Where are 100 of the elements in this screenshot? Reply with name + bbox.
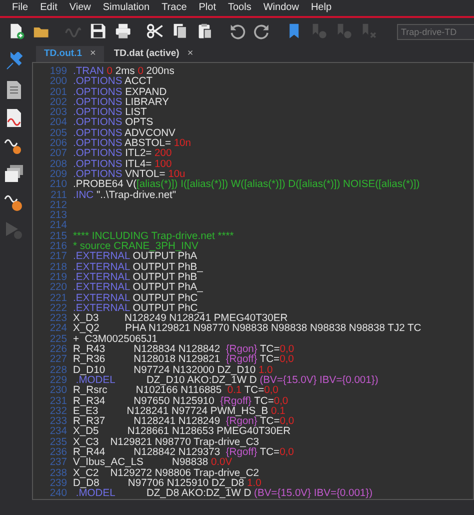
line-number: 209: [48, 170, 68, 180]
code-line: .EXTERNAL OUTPUT PhB: [73, 272, 198, 283]
code-line: R_Rsrc N102166 N116885 0.1 TC=0,0: [73, 386, 278, 396]
code-line: .OPTIONS LIBRARY: [73, 98, 169, 108]
line-number: 207: [48, 149, 68, 160]
line-number: 239: [48, 478, 68, 489]
code-line: .OPTIONS ADVCONV: [73, 128, 176, 139]
line-number: 233: [48, 417, 68, 428]
code-line: X_C3 N129821 N98770 Trap-drive_C3: [73, 438, 260, 448]
code-line: * source CRANE_3PH_INV: [73, 242, 198, 252]
line-number: 227: [48, 355, 68, 366]
line-number: 228: [48, 366, 68, 376]
close-icon[interactable]: ×: [90, 48, 96, 59]
code-line: D_D10 N97724 N132000 DZ_D10 1.0: [73, 366, 273, 376]
line-number: 205: [48, 128, 68, 139]
code-line: .OPTIONS VNTOL= 10u: [73, 170, 186, 180]
menu-item[interactable]: Edit: [40, 0, 58, 16]
line-number: 204: [48, 118, 68, 128]
code-line: X_D5 N128661 N128653 PMEG40T30ER: [73, 427, 291, 438]
code-line: R_R37 N128241 N128249 {Rgon} TC=0,0: [73, 417, 294, 428]
code-line: .OPTIONS ITL4= 100: [73, 160, 172, 170]
pin-button[interactable]: [4, 52, 24, 72]
menu-item[interactable]: File: [12, 0, 28, 16]
line-number: 232: [48, 406, 68, 417]
line-number: 214: [48, 221, 68, 232]
line-number: 210: [48, 180, 68, 190]
code-line: R_R44 N128842 N129373 {Rgoff} TC=0,0: [73, 448, 294, 458]
menu-item[interactable]: Trace: [162, 0, 187, 16]
code-line: .INC "..\Trap-drive.net": [73, 190, 176, 201]
line-number: 237: [48, 458, 68, 468]
code-line: .TRAN 0 2ms 0 200ns: [73, 67, 174, 77]
line-number: 236: [48, 448, 68, 458]
code-line: .EXTERNAL OUTPUT PhA_: [73, 283, 203, 294]
code-line: .EXTERNAL OUTPUT PhB_: [73, 262, 203, 273]
line-number: 206: [48, 139, 68, 150]
document-button[interactable]: [4, 80, 24, 100]
code-line: **** INCLUDING Trap-drive.net ****: [73, 232, 234, 242]
line-number: 218: [48, 262, 68, 273]
code-line: R_R36 N128018 N129821 {Rgoff} TC=0,0: [73, 355, 294, 366]
line-number: 199: [48, 67, 68, 77]
line-number: 240: [48, 489, 68, 500]
line-number: 202: [48, 98, 68, 108]
line-number: 221: [48, 294, 68, 304]
line-number: 200: [48, 77, 68, 88]
line-number: 223: [48, 314, 68, 324]
menu-item[interactable]: Plot: [198, 0, 216, 16]
line-number: 217: [48, 252, 68, 262]
windows-button[interactable]: [4, 164, 24, 184]
line-number: 238: [48, 468, 68, 479]
line-number: 201: [48, 88, 68, 98]
code-line: .OPTIONS LIST: [73, 108, 147, 118]
undo-button[interactable]: [229, 22, 247, 42]
wave-document-button[interactable]: [4, 108, 24, 128]
code-line: .OPTIONS EXPAND: [73, 88, 167, 98]
line-number: 219: [48, 272, 68, 283]
file-tab[interactable]: TD.out.1 ×: [36, 46, 104, 62]
line-number: 203: [48, 108, 68, 118]
menu-item[interactable]: Help: [310, 0, 332, 16]
menu-item[interactable]: View: [69, 0, 91, 16]
code-line: .PROBE64 V([alias(*)]) I([alias(*)]) W([alias(*)]) D([alias(*)]) NOISE([alias(*)]): [73, 180, 420, 190]
code-line: D_D8 N97706 N125910 DZ_D8 1.0: [73, 478, 262, 489]
line-number: 226: [48, 345, 68, 356]
code-line: .OPTIONS ABSTOL= 10n: [73, 139, 191, 150]
code-line: X_C2 N129272 N98806 Trap-drive_C2: [73, 468, 260, 479]
code-line: .OPTIONS ITL2= 200: [73, 149, 172, 160]
line-number: 216: [48, 242, 68, 252]
line-number: 222: [48, 304, 68, 314]
line-number: 229: [48, 376, 68, 386]
code-line: .OPTIONS OPTS: [73, 118, 154, 128]
code-line: E_E3 N128241 N97724 PWM_HS_B 0.1: [73, 406, 286, 417]
code-line: V_Ibus_AC_LS N98838 0.0V: [73, 458, 232, 468]
menu-item[interactable]: Simulation: [102, 0, 150, 16]
code-line: R_R34 N97650 N125910 {Rgoff} TC=0,0: [73, 396, 288, 406]
code-line: X_Q2 PHA N129821 N98770 N98838 N98838 N98838 N98838 TJ2 TC: [73, 324, 422, 334]
line-number: 225: [48, 334, 68, 345]
new-file-button[interactable]: [8, 22, 26, 42]
line-number: 224: [48, 324, 68, 334]
close-icon[interactable]: ×: [187, 48, 194, 59]
line-number: 213: [48, 211, 68, 222]
code-line: .OPTIONS ACCT: [73, 77, 153, 88]
code-line: .EXTERNAL OUTPUT PhC: [73, 294, 198, 304]
line-number: 235: [48, 438, 68, 448]
code-line: + C3M0025065J1: [73, 334, 158, 345]
code-line: X_D3 N128249 N128241 PMEG40T30ER: [73, 314, 288, 324]
code-line: .EXTERNAL OUTPUT PhC_: [73, 304, 204, 314]
menu-item[interactable]: Window: [263, 0, 299, 16]
line-number: 215: [48, 232, 68, 242]
menu-item[interactable]: Tools: [228, 0, 252, 16]
line-number: 234: [48, 427, 68, 438]
line-number: 230: [48, 386, 68, 396]
line-number: 220: [48, 283, 68, 294]
code-line: .MODEL DZ_D8 AKO:DZ_1W D (BV={15.0V} IBV={0.001}): [74, 489, 373, 500]
code-line: .MODEL DZ_D10 AKO:DZ_1W D (BV={15.0V} IBV={0.001}): [76, 376, 378, 386]
code-line: .EXTERNAL OUTPUT PhA: [73, 252, 198, 262]
line-number: 208: [48, 160, 68, 170]
line-number: 212: [48, 200, 68, 211]
code-editor[interactable]: [32, 62, 474, 500]
code-line: R_R43 N128834 N128842 {Rgon} TC=0,0: [73, 345, 294, 356]
line-number: 231: [48, 396, 68, 406]
line-number: 211: [50, 190, 68, 201]
